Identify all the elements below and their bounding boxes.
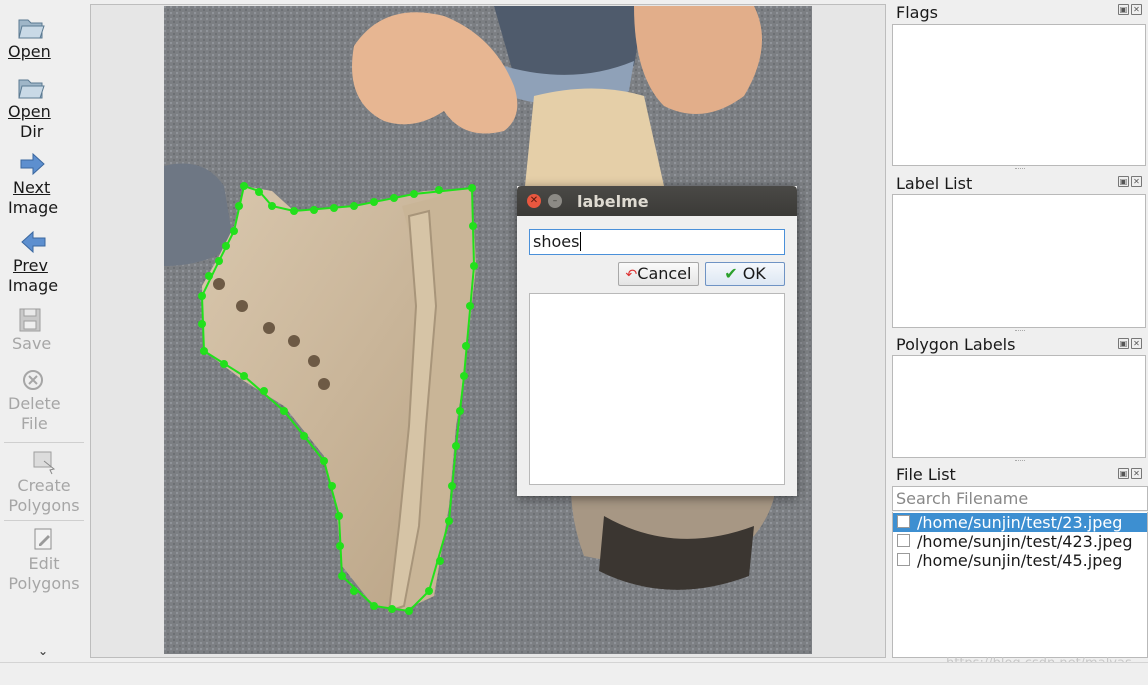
file-name: /home/sunjin/test/423.jpeg bbox=[917, 532, 1133, 551]
delete-circle-icon bbox=[23, 370, 43, 390]
prev-label-2: Image bbox=[8, 276, 59, 295]
file-name: /home/sunjin/test/23.jpeg bbox=[917, 513, 1123, 532]
open-dir-label-2: Dir bbox=[20, 122, 44, 141]
label-list[interactable] bbox=[892, 194, 1146, 328]
ok-label: OK bbox=[742, 264, 766, 283]
dialog-title: labelme bbox=[577, 192, 649, 211]
save-button[interactable]: Save bbox=[0, 306, 88, 354]
edit-document-icon bbox=[34, 528, 52, 550]
close-dock-icon[interactable]: ✕ bbox=[1131, 468, 1142, 479]
file-list-item[interactable]: /home/sunjin/test/423.jpeg bbox=[893, 532, 1147, 551]
float-dock-icon[interactable]: ▣ bbox=[1118, 176, 1129, 187]
file-list-item[interactable]: /home/sunjin/test/45.jpeg bbox=[893, 551, 1147, 570]
file-list-title: File List bbox=[896, 465, 956, 484]
toolbar-divider bbox=[4, 520, 84, 521]
edit-label-1: Edit bbox=[28, 554, 60, 573]
minimize-icon[interactable]: – bbox=[548, 194, 562, 208]
polygon-labels-dock: Polygon Labels ▣ ✕ bbox=[890, 334, 1148, 464]
save-label: Save bbox=[12, 334, 52, 353]
polygon-labels-title: Polygon Labels bbox=[896, 335, 1016, 354]
dock-controls: ▣ ✕ bbox=[1116, 4, 1142, 15]
label-text-input[interactable]: shoes bbox=[529, 229, 785, 255]
file-checkbox[interactable] bbox=[897, 553, 910, 566]
float-dock-icon[interactable]: ▣ bbox=[1118, 4, 1129, 15]
resize-grip[interactable] bbox=[1015, 168, 1025, 171]
floppy-disk-icon bbox=[19, 308, 41, 332]
toolbar: Open Open Dir Next Image Prev Image Save bbox=[0, 0, 88, 662]
delete-label-1: Delete bbox=[8, 394, 61, 413]
undo-arrow-icon: ↶ bbox=[625, 267, 638, 283]
file-list-dock: File List ▣ ✕ bbox=[890, 464, 1148, 486]
dock-controls: ▣ ✕ bbox=[1116, 176, 1142, 187]
create-polygons-button[interactable]: Create Polygons bbox=[0, 448, 88, 516]
create-label-2: Polygons bbox=[8, 496, 80, 515]
create-polygon-icon bbox=[33, 451, 56, 475]
next-label-1: Next bbox=[13, 178, 51, 197]
open-dir-button[interactable]: Open Dir bbox=[0, 74, 88, 142]
ok-button[interactable]: ✔ OK bbox=[705, 262, 785, 286]
polygon-labels-list[interactable] bbox=[892, 355, 1146, 458]
delete-file-button[interactable]: Delete File bbox=[0, 366, 88, 434]
file-list-item[interactable]: /home/sunjin/test/23.jpeg bbox=[893, 513, 1147, 532]
dock-controls: ▣ ✕ bbox=[1116, 338, 1142, 349]
file-checkbox[interactable] bbox=[897, 515, 910, 528]
flags-list[interactable] bbox=[892, 24, 1146, 166]
close-dock-icon[interactable]: ✕ bbox=[1131, 176, 1142, 187]
close-dock-icon[interactable]: ✕ bbox=[1131, 4, 1142, 15]
arrow-right-icon bbox=[20, 152, 45, 176]
label-list-dock: Label List ▣ ✕ bbox=[890, 172, 1148, 332]
open-label: Open bbox=[8, 42, 51, 61]
file-name: /home/sunjin/test/45.jpeg bbox=[917, 551, 1123, 570]
search-filename-input[interactable]: Search Filename bbox=[892, 486, 1148, 511]
cancel-label: Cancel bbox=[637, 264, 692, 283]
edit-polygons-button[interactable]: Edit Polygons bbox=[0, 526, 88, 594]
edit-label-2: Polygons bbox=[8, 574, 80, 593]
file-list[interactable]: /home/sunjin/test/23.jpeg /home/sunjin/t… bbox=[892, 512, 1148, 658]
prev-image-button[interactable]: Prev Image bbox=[0, 228, 88, 296]
label-dialog: ✕ – labelme shoes ↶Cancel ✔ OK bbox=[517, 186, 797, 496]
close-icon[interactable]: ✕ bbox=[527, 194, 541, 208]
next-image-button[interactable]: Next Image bbox=[0, 150, 88, 218]
close-dock-icon[interactable]: ✕ bbox=[1131, 338, 1142, 349]
create-label-1: Create bbox=[17, 476, 71, 495]
resize-grip[interactable] bbox=[1015, 460, 1025, 463]
checkmark-icon: ✔ bbox=[724, 264, 738, 283]
file-checkbox[interactable] bbox=[897, 534, 910, 547]
dock-controls: ▣ ✕ bbox=[1116, 468, 1142, 479]
existing-labels-list[interactable] bbox=[529, 293, 785, 485]
flags-dock: Flags ▣ ✕ bbox=[890, 0, 1148, 170]
prev-label-1: Prev bbox=[13, 256, 48, 275]
label-input-value: shoes bbox=[533, 232, 580, 251]
label-list-title: Label List bbox=[896, 174, 973, 193]
float-dock-icon[interactable]: ▣ bbox=[1118, 338, 1129, 349]
dialog-titlebar[interactable]: ✕ – labelme bbox=[517, 186, 797, 216]
toolbar-divider bbox=[4, 442, 84, 443]
float-dock-icon[interactable]: ▣ bbox=[1118, 468, 1129, 479]
open-dir-label-1: Open bbox=[8, 102, 51, 121]
open-button[interactable]: Open bbox=[0, 14, 88, 62]
folder-open-icon bbox=[18, 79, 45, 99]
folder-open-icon bbox=[18, 19, 45, 39]
resize-grip[interactable] bbox=[1015, 330, 1025, 333]
flags-title: Flags bbox=[896, 3, 938, 22]
next-label-2: Image bbox=[8, 198, 59, 217]
status-bar bbox=[0, 662, 1148, 685]
cancel-button[interactable]: ↶Cancel bbox=[618, 262, 699, 286]
delete-label-2: File bbox=[21, 414, 48, 433]
arrow-left-icon bbox=[21, 230, 46, 254]
